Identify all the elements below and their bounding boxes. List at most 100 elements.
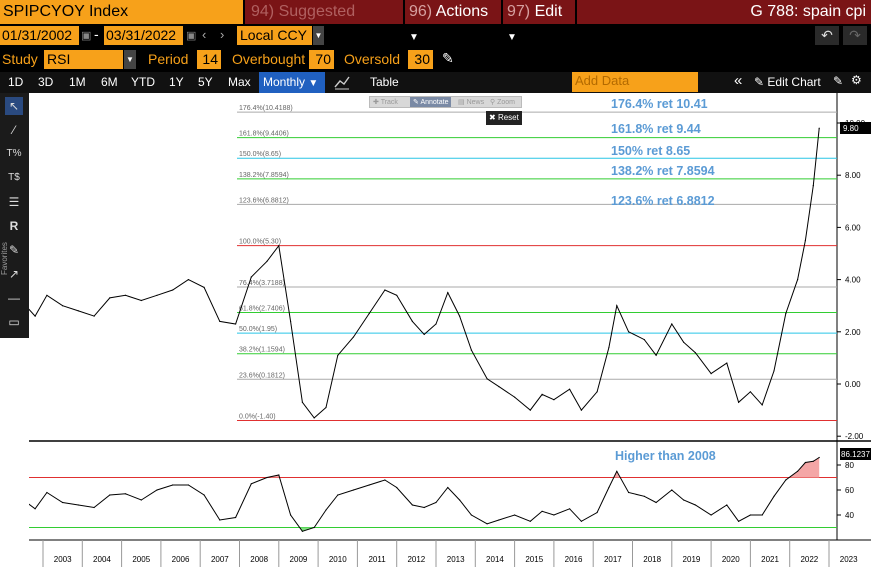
reset-icon: ✖ — [489, 113, 496, 122]
price-point — [616, 305, 618, 307]
favorites-tab[interactable]: Favorites — [0, 205, 10, 275]
price-point — [749, 391, 752, 393]
price-point — [608, 346, 610, 349]
x-tick-label: 2008 — [250, 555, 268, 564]
actions-menu-button[interactable]: 96) Actions ▼ — [405, 0, 501, 43]
rsi-point — [172, 484, 174, 486]
start-date-field[interactable]: 01/31/2002 — [0, 26, 79, 45]
actions-number: 96) — [409, 3, 433, 20]
price-point — [384, 289, 386, 291]
zoom-label: Zoom — [497, 99, 515, 106]
fib-annotation: 138.2% ret 7.8594 — [611, 164, 715, 178]
calendar-icon[interactable]: ▣ — [81, 29, 91, 42]
rsi-point — [77, 504, 79, 506]
x-tick-label: 2016 — [565, 555, 583, 564]
period-ytd[interactable]: YTD — [131, 73, 155, 91]
price-point — [34, 315, 36, 317]
x-tick-label: 2021 — [761, 555, 779, 564]
y-tick-label: 0.00 — [845, 380, 861, 389]
currency-select[interactable]: Local CCY — [237, 26, 312, 45]
period-1y[interactable]: 1Y — [169, 73, 184, 91]
edit-chart-button[interactable]: ✎ Edit Chart — [754, 73, 821, 91]
period-6m[interactable]: 6M — [101, 73, 118, 91]
frequency-select[interactable]: Monthly ▼ — [259, 72, 325, 93]
news-button[interactable]: ▤ News — [458, 98, 484, 106]
zoom-button[interactable]: ⚲ Zoom — [490, 98, 515, 106]
security-title[interactable]: SPIPCYOY Index — [0, 0, 243, 24]
rsi-point — [694, 504, 697, 506]
settings-icon[interactable]: ⚙ — [851, 73, 862, 87]
x-tick-label: 2012 — [407, 555, 425, 564]
rsi-point — [726, 504, 728, 506]
price-point — [580, 409, 583, 411]
rsi-overbought-fill — [267, 457, 820, 478]
redo-icon[interactable]: ↷ — [843, 26, 867, 45]
pencil-icon[interactable]: ✎ — [442, 50, 454, 67]
rsi-point — [337, 494, 339, 496]
rsi-point — [671, 489, 673, 491]
track-button[interactable]: ✚ Track — [373, 98, 398, 106]
price-point — [140, 299, 142, 302]
oversold-label: Oversold — [344, 51, 401, 67]
undo-icon[interactable]: ↶ — [815, 26, 839, 45]
fib-label: 161.8%(9.4406) — [239, 131, 289, 138]
price-point — [761, 404, 763, 406]
edit-settings-icon[interactable]: ✎ — [833, 74, 843, 88]
period-5y[interactable]: 5Y — [198, 73, 213, 91]
edit-number: 97) — [507, 3, 531, 20]
draw-line-icon[interactable]: ⁄ — [5, 121, 23, 139]
period-max[interactable]: Max — [228, 73, 251, 91]
rsi-point — [384, 479, 386, 481]
edit-label: Edit — [534, 3, 563, 20]
price-point — [773, 370, 775, 372]
rsi-point — [447, 486, 449, 489]
price-point — [203, 286, 205, 288]
price-point — [738, 401, 740, 403]
rsi-point — [93, 506, 95, 509]
rsi-point — [124, 493, 127, 495]
rsi-point — [761, 514, 763, 516]
edit-menu-button[interactable]: 97) Edit ▼ — [503, 0, 575, 43]
calendar-icon[interactable]: ▣ — [186, 29, 196, 42]
end-date-field[interactable]: 03/31/2022 — [104, 26, 183, 45]
table-button[interactable]: Table — [370, 73, 399, 91]
chevron-down-icon[interactable]: ▼ — [313, 26, 324, 45]
collapse-left-icon[interactable]: « — [734, 72, 742, 89]
period-1d[interactable]: 1D — [8, 73, 23, 91]
next-period-icon[interactable]: › — [220, 27, 224, 42]
channel-icon[interactable]: ▭ — [5, 313, 23, 331]
dollar-measure-icon[interactable]: T$ — [5, 169, 23, 187]
prev-period-icon[interactable]: ‹ — [202, 27, 206, 42]
reset-button[interactable]: ✖ Reset — [486, 111, 522, 125]
chevron-down-icon[interactable]: ▼ — [124, 50, 136, 69]
rsi-point — [738, 520, 740, 522]
period-input[interactable]: 14 — [197, 50, 221, 69]
suggested-charts-button[interactable]: 94) Suggested Charts — [245, 0, 403, 44]
overbought-input[interactable]: 70 — [309, 50, 334, 69]
y-tick-label: 8.00 — [845, 171, 861, 180]
price-point — [124, 294, 127, 296]
price-point — [498, 386, 500, 388]
price-point — [325, 406, 327, 409]
percent-measure-icon[interactable]: T% — [5, 145, 23, 163]
price-point — [797, 279, 799, 281]
fibonacci-annotations: 176.4% ret 10.41 161.8% ret 9.44 150% ret … — [611, 97, 715, 208]
current-price-value: 9.80 — [843, 124, 859, 133]
horizontal-line-icon[interactable]: — — [5, 289, 23, 307]
rsi-point — [797, 470, 799, 472]
line-chart-icon[interactable] — [333, 73, 351, 91]
price-point — [710, 373, 712, 375]
actions-label: Actions — [435, 3, 489, 20]
x-tick-label: 2013 — [447, 555, 465, 564]
study-select[interactable]: RSI — [44, 50, 123, 69]
oversold-input[interactable]: 30 — [408, 50, 433, 69]
price-point — [172, 289, 174, 291]
rsi-point — [219, 519, 221, 521]
period-3d[interactable]: 3D — [38, 73, 53, 91]
add-data-input[interactable]: Add Data — [572, 72, 698, 92]
price-chart[interactable]: 176.4%(10.4188) 161.8%(9.4406) 150.0%(8.65… — [29, 93, 871, 567]
cursor-icon[interactable]: ↖ — [5, 97, 23, 115]
annotate-button[interactable]: ✎ Annotate — [410, 97, 452, 107]
rsi-point — [396, 486, 398, 489]
period-1m[interactable]: 1M — [69, 73, 86, 91]
